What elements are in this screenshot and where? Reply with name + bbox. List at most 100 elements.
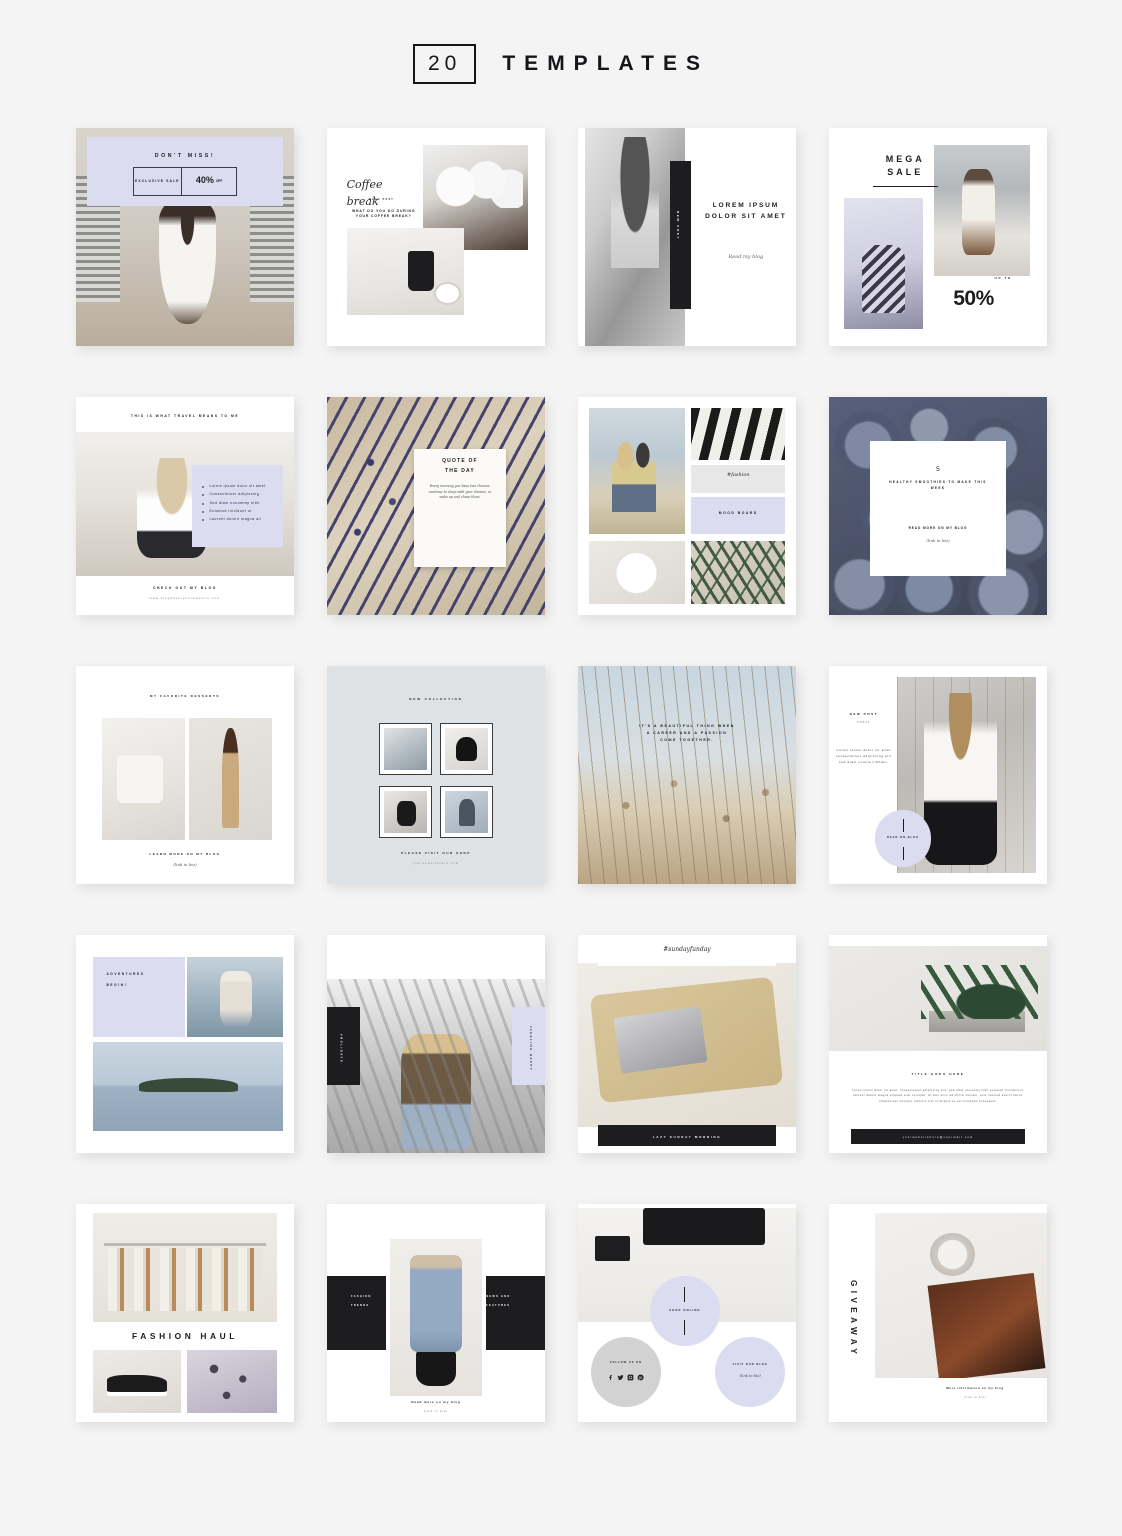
link-label[interactable]: (link in bio) <box>89 862 281 868</box>
banner-label: LAZY SUNDAY MORNING <box>652 1134 722 1139</box>
template-card-lorem-new-post[interactable]: NEW POST LOREM IPSUM DOLOR SIT AMET Read… <box>578 128 796 346</box>
framed-photo <box>440 785 493 839</box>
script-title: Coffee break <box>346 177 383 208</box>
subtitle: BLOG POST <box>369 197 394 201</box>
headline-panel <box>93 956 185 1038</box>
template-card-holidays-feeling-happy[interactable]: #HOLIDAYS #FEELING HAPPY <box>327 935 545 1153</box>
headline: THIS IS WHAT TRAVEL MEANS TO ME <box>130 414 240 419</box>
link-label[interactable]: (link in bio) <box>340 1410 532 1414</box>
template-card-title-goes-here[interactable]: TITLE GOES HERE Lorem ipsum dolor sit am… <box>829 935 1047 1153</box>
script-tag: #fashion <box>726 472 750 479</box>
pinterest-icon[interactable] <box>637 1374 645 1381</box>
script-tag: #sundayfunday <box>663 945 711 953</box>
twitter-icon[interactable] <box>617 1374 624 1381</box>
shop-divider-top <box>683 1286 685 1303</box>
quote-title-line-2: THE DAY <box>445 467 475 474</box>
photo-palm <box>691 540 786 605</box>
headline: TITLE GOES HERE <box>911 1072 965 1077</box>
templates-grid: DON'T MISS! Exclusive sale 40% OFF Coffe… <box>76 128 1048 1422</box>
template-card-favorite-desserts[interactable]: MY FAVORITE DESSERTS LEARN MORE ON MY BL… <box>76 666 294 884</box>
headline-line-2: SALE <box>887 167 924 178</box>
visit-blog-circle[interactable] <box>715 1336 786 1407</box>
new-post-bar <box>669 160 692 309</box>
photo-jeans-boots <box>390 1238 482 1396</box>
template-card-giveaway[interactable]: GIVEAWAY More information on my blog (li… <box>829 1204 1047 1422</box>
number: 5 <box>936 465 940 473</box>
photo-walking-model <box>933 145 1030 277</box>
holidays-tag-label: #HOLIDAYS <box>339 1033 344 1063</box>
circle-cta[interactable]: READ ON BLOG <box>875 836 932 840</box>
headline: HEALTHY SMOOTHIES TO MAKE THIS WEEK <box>889 479 987 490</box>
circle-divider-top <box>902 818 904 832</box>
template-card-career-passion-quote[interactable]: IT'S A BEAUTIFUL THING WHEN A CAREER AND… <box>578 666 796 884</box>
link-label[interactable]: (link in bio) <box>912 1396 1038 1400</box>
headline-line-1: MEGA <box>885 154 925 165</box>
template-card-fashion-haul[interactable]: FASHION HAUL <box>76 1204 294 1422</box>
template-card-coffee-break[interactable]: Coffee break BLOG POST WHAT DO YOU DO DU… <box>327 128 545 346</box>
website-url[interactable]: www.blogaboutyourwebsite.com <box>89 596 281 600</box>
follow-us-circle[interactable] <box>591 1336 661 1407</box>
cta-label[interactable]: Read more on my blog <box>877 526 999 531</box>
template-card-healthy-smoothies[interactable]: 5 HEALTHY SMOOTHIES TO MAKE THIS WEEK Re… <box>829 397 1047 615</box>
photo-woman-with-scarf <box>187 956 284 1038</box>
framed-photo <box>440 722 493 775</box>
cta-label[interactable]: More information on my blog <box>912 1386 1038 1390</box>
template-card-new-post-circle[interactable]: NEW POST TODAY Lorem ipsum dolor sit ame… <box>829 666 1047 884</box>
mood-board-label: MOOD BOARD <box>718 511 758 516</box>
headline: NEW POST <box>849 711 879 716</box>
headline: LOREM IPSUM DOLOR SIT AMET <box>705 201 787 221</box>
page-header: 20 TEMPLATES <box>0 0 1122 84</box>
photo-sitting-model <box>844 197 923 329</box>
visit-blog-link[interactable]: (link in bio) <box>715 1374 785 1380</box>
list-item: Laoreet dolore magna ali <box>202 515 280 523</box>
headline: NEW COLLECTION <box>409 696 463 701</box>
cta-label[interactable]: PLEASE VISIT OUR SHOP <box>340 851 532 856</box>
template-card-sunday-funday[interactable]: #sundayfunday LAZY SUNDAY MORNING <box>578 935 796 1153</box>
quote-text: IT'S A BEAUTIFUL THING WHEN A CAREER AND… <box>639 723 735 742</box>
page-title: TEMPLATES <box>502 52 709 75</box>
framed-photo <box>379 785 432 839</box>
template-card-adventures-begin[interactable]: ADVENTURES BEGIN! <box>76 935 294 1153</box>
headline: FASHION HAUL <box>131 1331 238 1342</box>
instagram-icon[interactable] <box>627 1374 634 1381</box>
template-count-badge: 20 <box>413 44 477 84</box>
quote-body: Every morning you have two choices: cont… <box>428 484 492 500</box>
bullet-list: Lorem ipsum dolor sit amet Consectetuer … <box>202 482 280 523</box>
cta-label[interactable]: CHECK OUT MY BLOG <box>89 586 281 591</box>
template-card-quote-of-the-day[interactable]: QUOTE OF THE DAY Every morning you have … <box>327 397 545 615</box>
website-url[interactable]: yourwebsitehere.com <box>340 862 532 866</box>
photo-succulent <box>829 945 1047 1051</box>
template-card-fashion-trends[interactable]: FASHION TRENDS NEWS AND FEATURES Read mo… <box>327 1204 545 1422</box>
headline: MY FAVORITE DESSERTS <box>149 694 221 699</box>
photo-zebra <box>691 407 786 461</box>
headline-line-2: BEGIN! <box>106 982 128 987</box>
vertical-label: NEW POST <box>675 210 680 240</box>
discount-value: 50% <box>953 286 994 310</box>
template-card-travel-means[interactable]: THIS IS WHAT TRAVEL MEANS TO ME Lorem ip… <box>76 397 294 615</box>
vertical-headline: GIVEAWAY <box>849 1280 859 1359</box>
photo-clothing-rack <box>93 1212 277 1322</box>
template-card-new-collection[interactable]: NEW COLLECTION PLEASE VISIT OUR SHOP you… <box>327 666 545 884</box>
facebook-icon[interactable] <box>607 1374 614 1381</box>
news-features-box <box>486 1275 545 1351</box>
up-to-label: UP TO <box>994 276 1012 281</box>
subtitle: TODAY <box>857 721 871 724</box>
news-features-label-2: FEATURES <box>486 1304 511 1308</box>
list-item: Lorem ipsum dolor sit amet <box>202 482 280 490</box>
template-card-dont-miss-sale[interactable]: DON'T MISS! Exclusive sale 40% OFF <box>76 128 294 346</box>
circle-divider-bottom <box>902 846 904 861</box>
shop-online-label[interactable]: SHOP ONLINE <box>650 1308 720 1312</box>
banner-url[interactable]: yourwebsitehere@yourmail.com <box>851 1136 1025 1140</box>
body-text: WHAT DO YOU DO DURING YOUR COFFEE BREAK? <box>351 208 416 218</box>
link-label[interactable]: (link in bio) <box>877 538 999 544</box>
cta-label[interactable]: LEARN MORE ON MY BLOG <box>89 852 281 857</box>
template-card-mood-board[interactable]: #fashion MOOD BOARD <box>578 397 796 615</box>
visit-blog-label[interactable]: VISIT OUR BLOG <box>715 1363 785 1367</box>
template-card-shop-online-circles[interactable]: SHOP ONLINE FOLLOW US ON VISIT OUR BLOG … <box>578 1204 796 1422</box>
cta-label[interactable]: Read more on my blog <box>340 1400 532 1405</box>
follow-us-label[interactable]: FOLLOW US ON <box>591 1361 661 1365</box>
headline: DON'T MISS! <box>154 152 216 159</box>
social-icons-row[interactable] <box>591 1374 661 1381</box>
template-card-mega-sale[interactable]: MEGA SALE UP TO 50% <box>829 128 1047 346</box>
signature: Read my blog <box>728 254 764 261</box>
